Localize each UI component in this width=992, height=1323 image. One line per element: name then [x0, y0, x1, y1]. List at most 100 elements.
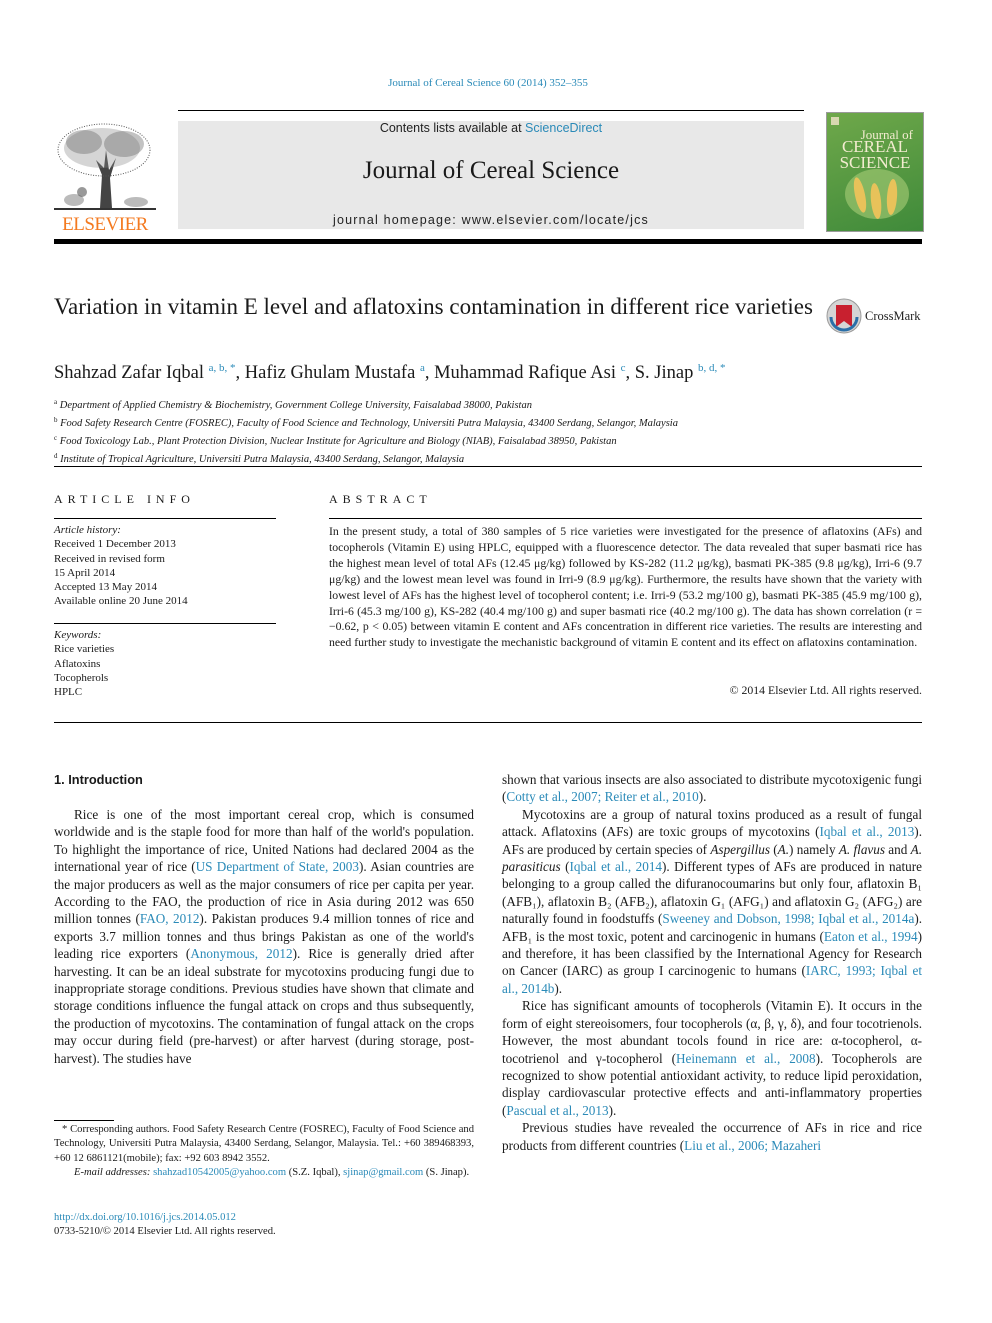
doi-link[interactable]: http://dx.doi.org/10.1016/j.jcs.2014.05.… [54, 1211, 276, 1225]
abstract-heading: ABSTRACT [329, 492, 432, 506]
italic-text: Aspergillus [710, 841, 770, 857]
italic-text: A. flavus [838, 841, 885, 857]
header-rule [178, 110, 804, 111]
author-affiliation-marks[interactable]: a, b, * [209, 362, 236, 374]
issn-copyright: 0733-5210/© 2014 Elsevier Ltd. All right… [54, 1226, 276, 1238]
author-affiliation-marks[interactable]: b, d, * [698, 362, 726, 374]
article-history-label: Article history: [54, 524, 121, 536]
reference-link[interactable]: Anonymous, 2012 [190, 946, 292, 961]
affiliation-item: b Food Safety Research Centre (FOSREC), … [54, 413, 678, 431]
crossmark-button[interactable]: CrossMark [825, 297, 925, 335]
abstract-copyright: © 2014 Elsevier Ltd. All rights reserved… [729, 683, 922, 697]
affiliation-item: c Food Toxicology Lab., Plant Protection… [54, 431, 678, 449]
affiliation-list: a Department of Applied Chemistry & Bioc… [54, 395, 678, 467]
affiliation-text: Food Safety Research Centre (FOSREC), Fa… [60, 418, 678, 429]
reference-link[interactable]: Iqbal et al., 2014 [570, 859, 663, 874]
doi-block: http://dx.doi.org/10.1016/j.jcs.2014.05.… [54, 1211, 276, 1240]
footnote-rule [54, 1120, 114, 1121]
affiliation-text: Food Toxicology Lab., Plant Protection D… [59, 436, 617, 447]
author-name[interactable]: Shahzad Zafar Iqbal [54, 363, 204, 383]
elsevier-wordmark: ELSEVIER [62, 214, 148, 235]
article-history: Article history: Received 1 December 201… [54, 523, 188, 609]
author-name[interactable]: Hafiz Ghulam Mustafa [245, 363, 416, 383]
affiliation-item: d Institute of Tropical Agriculture, Uni… [54, 449, 678, 467]
keywords: Keywords: Rice varieties Aflatoxins Toco… [54, 628, 114, 699]
contents-line: Contents lists available at ScienceDirec… [178, 121, 804, 135]
crossmark-label: CrossMark [865, 309, 921, 323]
sciencedirect-link[interactable]: ScienceDirect [525, 121, 602, 135]
reference-link[interactable]: Liu et al., 2006; Mazaheri [684, 1138, 821, 1153]
body-column-right: shown that various insects are also asso… [502, 771, 922, 1154]
info-rule [54, 518, 276, 519]
keywords-label: Keywords: [54, 629, 102, 641]
history-item: 15 April 2014 [54, 566, 116, 579]
reference-link[interactable]: Pascual et al., 2013 [506, 1103, 608, 1118]
affiliation-text: Institute of Tropical Agriculture, Unive… [60, 454, 465, 465]
body-text: ). [554, 980, 563, 996]
keyword-item: Tocopherols [54, 671, 109, 684]
history-item: Available online 20 June 2014 [54, 595, 188, 608]
affiliation-key: c [54, 434, 58, 442]
email-label: E-mail addresses: [74, 1167, 151, 1179]
body-paragraph: Rice has significant amounts of tocopher… [502, 997, 922, 1119]
contents-prefix: Contents lists available at [379, 121, 526, 135]
section-rule [54, 466, 922, 467]
body-paragraph: shown that various insects are also asso… [502, 771, 922, 806]
reference-link[interactable]: US Department of State, 2003 [196, 859, 359, 874]
journal-banner: Contents lists available at ScienceDirec… [178, 121, 804, 229]
reference-link[interactable]: Iqbal et al., 2013 [820, 824, 915, 839]
reference-link[interactable]: Eaton et al., 1994 [824, 929, 918, 944]
affiliation-text: Department of Applied Chemistry & Bioche… [59, 400, 532, 411]
keyword-item: HPLC [54, 686, 83, 699]
article-info-heading: ARTICLE INFO [54, 492, 195, 506]
abstract-text: In the present study, a total of 380 sam… [329, 524, 922, 650]
journal-citation-link[interactable]: Journal of Cereal Science 60 (2014) 352–… [0, 77, 976, 89]
author-list: Shahzad Zafar Iqbal a, b, *, Hafiz Ghula… [54, 362, 726, 383]
keyword-item: Rice varieties [54, 643, 115, 656]
elsevier-tree-icon [54, 123, 156, 210]
affiliation-key: a [54, 398, 58, 406]
cover-logo-icon [831, 117, 839, 125]
body-text: ( [560, 859, 570, 875]
body-paragraph: Rice is one of the most important cereal… [54, 806, 474, 1067]
article-title: Variation in vitamin E level and aflatox… [54, 294, 813, 319]
reference-link[interactable]: Heinemann et al., 2008 [676, 1051, 816, 1066]
author-name[interactable]: Muhammad Rafique Asi [434, 363, 616, 383]
affiliation-key: d [54, 452, 58, 460]
keyword-item: Aflatoxins [54, 657, 101, 670]
journal-cover-image[interactable]: Journal of CEREAL SCIENCE [826, 112, 924, 232]
body-text: ( [769, 841, 778, 857]
info-rule [54, 623, 276, 624]
body-text: ). [608, 1102, 617, 1118]
history-item: Received in revised form [54, 552, 165, 565]
corresponding-author-footnote: * Corresponding authors. Food Safety Res… [54, 1123, 474, 1181]
elsevier-logo[interactable]: ELSEVIER [54, 120, 156, 235]
author-affiliation-marks[interactable]: a [420, 362, 425, 374]
section-rule [54, 722, 922, 723]
italic-text: A. [777, 841, 790, 857]
section-heading-introduction: 1. Introduction [54, 772, 143, 787]
body-paragraph: Previous studies have revealed the occur… [502, 1119, 922, 1154]
body-text: ). [698, 789, 707, 805]
reference-link[interactable]: Cotty et al., 2007; Reiter et al., 2010 [506, 789, 698, 804]
journal-homepage[interactable]: journal homepage: www.elsevier.com/locat… [178, 213, 804, 227]
reference-link[interactable]: FAO, 2012 [140, 911, 200, 926]
email-link[interactable]: sjinap@gmail.com [343, 1167, 423, 1178]
email-owner: (S.Z. Iqbal), [286, 1167, 344, 1179]
body-text: and [885, 841, 911, 857]
journal-title: Journal of Cereal Science [362, 157, 620, 184]
header-thick-rule [54, 239, 922, 244]
author-affiliation-marks[interactable]: c [621, 362, 626, 374]
email-link[interactable]: shahzad10542005@yahoo.com [153, 1167, 286, 1178]
crossmark-icon [826, 298, 862, 334]
body-column-left: Rice is one of the most important cereal… [54, 806, 474, 1067]
reference-link[interactable]: Sweeney and Dobson, 1998; Iqbal et al., … [662, 911, 914, 926]
history-item: Accepted 13 May 2014 [54, 581, 157, 594]
corresponding-text: * Corresponding authors. Food Safety Res… [54, 1124, 474, 1164]
body-text: ) namely [789, 841, 839, 857]
cover-title-main: CEREAL SCIENCE [831, 138, 919, 171]
body-paragraph: Mycotoxins are a group of natural toxins… [502, 806, 922, 997]
email-line: E-mail addresses: shahzad10542005@yahoo.… [54, 1166, 474, 1180]
author-name[interactable]: S. Jinap [635, 363, 694, 383]
affiliation-item: a Department of Applied Chemistry & Bioc… [54, 395, 678, 413]
